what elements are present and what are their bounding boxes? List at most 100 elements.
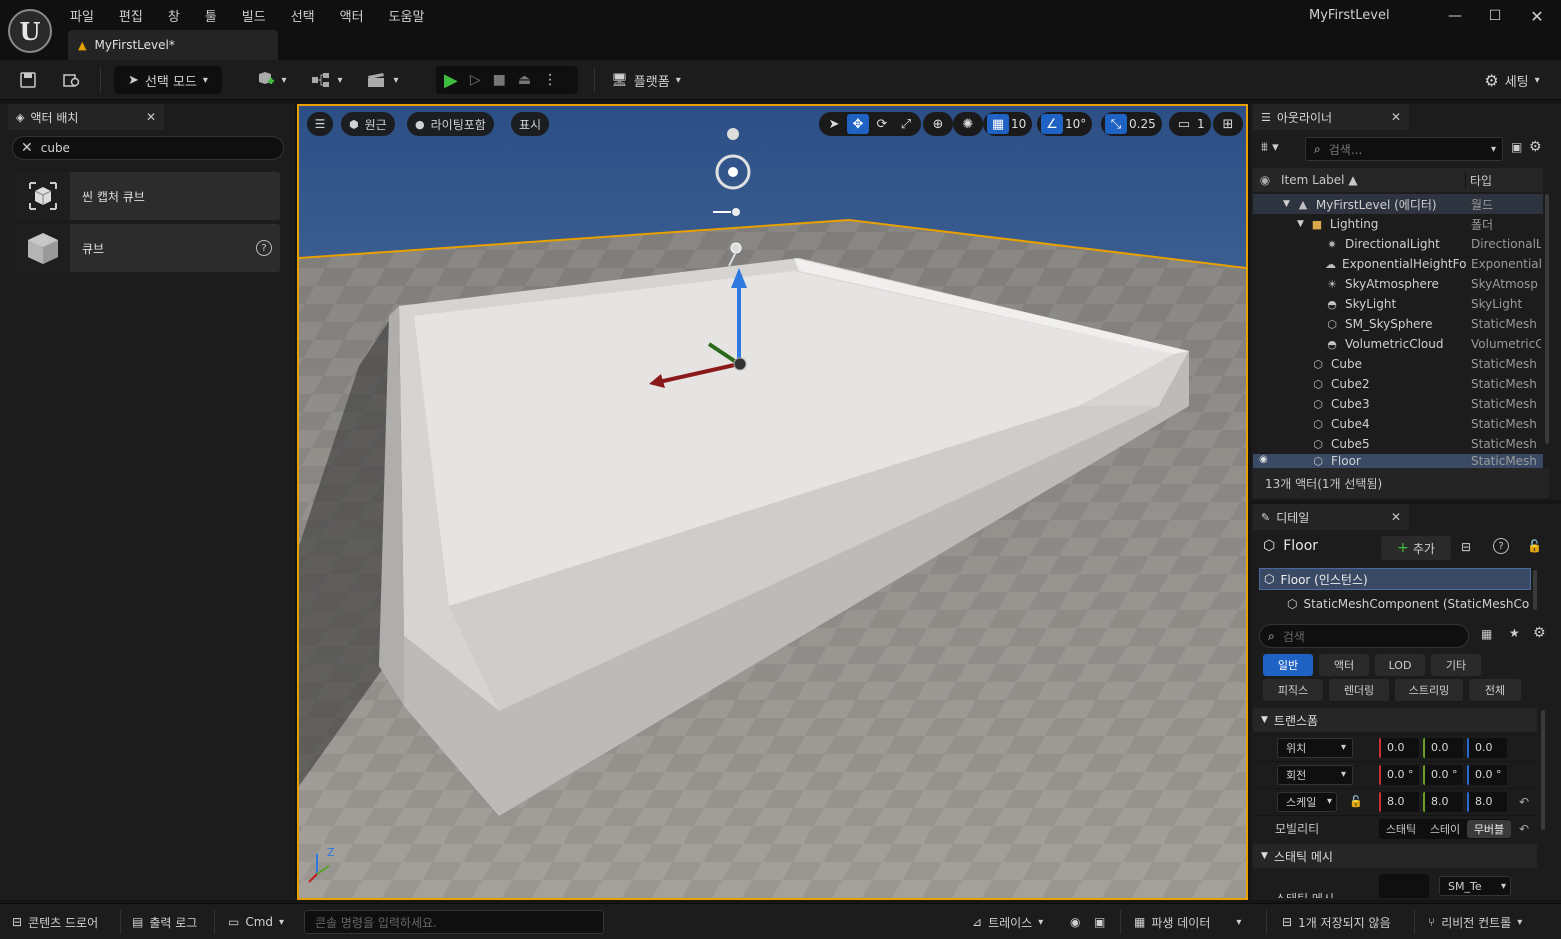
grid-snap-control[interactable]: ▦ 10 <box>983 112 1033 136</box>
viewport-menu-button[interactable]: ☰ <box>307 112 333 136</box>
outliner-row[interactable]: ▼ ■ Lighting 폴더 <box>1253 214 1543 234</box>
filter-rendering[interactable]: 렌더링 <box>1329 679 1389 701</box>
cmd-dropdown[interactable]: ▭ Cmd ▾ <box>228 910 284 934</box>
outliner-row[interactable]: ◓ SkyLight SkyLight <box>1253 294 1543 314</box>
filter-actor[interactable]: 액터 <box>1319 654 1369 676</box>
add-component-button[interactable]: + 추가 <box>1381 536 1451 560</box>
reset-icon[interactable]: ↶ <box>1519 795 1529 809</box>
menu-edit[interactable]: 편집 <box>119 6 154 25</box>
place-actors-search[interactable]: ✕ cube <box>12 136 284 160</box>
filter-all[interactable]: 전체 <box>1469 679 1521 701</box>
camera-speed-control[interactable]: ▭ 1 <box>1169 112 1211 136</box>
scale-lock-icon[interactable]: 🔓 <box>1349 795 1363 808</box>
gear-icon[interactable]: ⚙ <box>1529 139 1542 155</box>
level-viewport[interactable]: Z ☰ ⬢ 원근 ● 라이팅포함 표시 ➤ ✥ ⟳ ⤢ ⊕ ✺ ▦ 10 ∠ 1… <box>297 104 1248 900</box>
select-mode-dropdown[interactable]: ➤ 선택 모드 ▾ <box>114 66 222 94</box>
mobility-movable[interactable]: 무버블 <box>1467 820 1511 838</box>
menu-window[interactable]: 창 <box>168 6 191 25</box>
filter-icon[interactable]: ⩩ ▾ <box>1261 140 1279 155</box>
scale-z-field[interactable]: 8.0 <box>1467 791 1507 812</box>
filter-general[interactable]: 일반 <box>1263 654 1313 676</box>
outliner-row[interactable]: ⬡ Cube3 StaticMesh <box>1253 394 1543 414</box>
rotation-y-field[interactable]: 0.0 ° <box>1423 764 1463 785</box>
reset-icon[interactable]: ↶ <box>1519 822 1529 836</box>
favorite-star-icon[interactable]: ★ <box>1509 626 1520 640</box>
close-tab-icon[interactable]: ✕ <box>146 110 156 124</box>
rotate-snap-control[interactable]: ∠ 10° <box>1037 112 1093 136</box>
mesh-thumbnail[interactable] <box>1379 874 1429 898</box>
perspective-dropdown[interactable]: ⬢ 원근 <box>341 112 395 136</box>
settings-dropdown[interactable]: ⚙ 세팅 ▾ <box>1474 66 1550 94</box>
mobility-static[interactable]: 스태틱 <box>1379 821 1423 837</box>
filter-lod[interactable]: LOD <box>1375 654 1425 676</box>
menu-help[interactable]: 도움말 <box>389 6 436 25</box>
outliner-row[interactable]: ⬡ SM_SkySphere StaticMesh <box>1253 314 1543 334</box>
menu-build[interactable]: 빌드 <box>242 6 277 25</box>
close-tab-icon[interactable]: ✕ <box>1391 510 1401 524</box>
scale-snap-control[interactable]: ⤡ 0.25 <box>1101 112 1162 136</box>
outliner-row[interactable]: ☁ ExponentialHeightFog Exponential <box>1253 254 1543 274</box>
rotation-z-field[interactable]: 0.0 ° <box>1467 764 1507 785</box>
outliner-row[interactable]: ⬡ Cube StaticMesh <box>1253 354 1543 374</box>
revision-control-dropdown[interactable]: ⑂ 리비전 컨트롤 ▾ <box>1428 910 1522 934</box>
filter-physics[interactable]: 피직스 <box>1263 679 1323 701</box>
derived-data-dropdown[interactable]: ▦ 파생 데이터 ▾ <box>1134 910 1241 934</box>
clear-search-icon[interactable]: ✕ <box>21 140 33 156</box>
stop-icon[interactable]: ■ <box>493 72 506 88</box>
level-tab[interactable]: ▲ MyFirstLevel* <box>68 30 278 60</box>
filter-streaming[interactable]: 스트리밍 <box>1395 679 1463 701</box>
record-icon[interactable]: ◉ <box>1070 910 1080 934</box>
maximize-icon[interactable]: ☐ <box>1480 5 1510 27</box>
scale-tool-icon[interactable]: ⤢ <box>895 114 917 134</box>
rotate-tool-icon[interactable]: ⟳ <box>871 114 893 134</box>
gear-icon[interactable]: ⚙ <box>1533 625 1546 641</box>
content-drawer-button[interactable]: ⊟ 콘텐츠 드로어 <box>12 910 98 934</box>
place-item-cube[interactable]: 큐브 ? <box>15 224 280 272</box>
type-column[interactable]: 타입 <box>1465 171 1492 189</box>
outliner-row-selected[interactable]: ◉ ⬡ Floor StaticMesh <box>1253 454 1543 468</box>
table-view-icon[interactable]: ▦ <box>1481 627 1492 641</box>
help-icon[interactable]: ? <box>1493 538 1509 554</box>
scale-x-field[interactable]: 8.0 <box>1379 791 1419 812</box>
blueprint-icon[interactable]: ⊟ <box>1461 540 1471 554</box>
outliner-search[interactable]: ⌕ 검색... ▾ <box>1305 137 1503 161</box>
outliner-row[interactable]: ✷ DirectionalLight DirectionalL <box>1253 234 1543 254</box>
help-icon[interactable]: ? <box>256 240 272 256</box>
browse-icon[interactable] <box>58 66 86 94</box>
step-icon[interactable]: ▷ <box>470 72 481 88</box>
outliner-row[interactable]: ⬡ Cube4 StaticMesh <box>1253 414 1543 434</box>
show-dropdown[interactable]: 표시 <box>511 112 550 136</box>
select-tool-icon[interactable]: ➤ <box>823 114 845 134</box>
play-icon[interactable]: ▶ <box>444 70 458 91</box>
location-z-field[interactable]: 0.0 <box>1467 737 1507 758</box>
minimize-icon[interactable]: — <box>1440 5 1470 27</box>
blueprint-button[interactable]: ▾ <box>306 66 348 94</box>
console-input[interactable]: 콘솔 명령을 입력하세요. <box>304 910 604 934</box>
transform-section-header[interactable]: ▼ 트랜스폼 <box>1253 708 1537 732</box>
unsaved-button[interactable]: ⊟ 1개 저장되지 않음 <box>1282 910 1391 934</box>
view-mode-dropdown[interactable]: ● 라이팅포함 <box>407 112 494 136</box>
menu-select[interactable]: 선택 <box>291 6 326 25</box>
add-folder-icon[interactable]: ▣ <box>1511 140 1522 154</box>
more-options-icon[interactable]: ⋮ <box>543 72 557 88</box>
details-scrollbar[interactable] <box>1541 710 1545 830</box>
translate-tool-icon[interactable]: ✥ <box>847 114 869 134</box>
outliner-tab[interactable]: ☰ 아웃라이너 ✕ <box>1253 104 1409 130</box>
surface-snap-toggle[interactable]: ✺ <box>953 112 983 136</box>
output-log-button[interactable]: ▤ 출력 로그 <box>132 910 197 934</box>
trace-dropdown[interactable]: ⊿ 트레이스 ▾ <box>972 910 1043 934</box>
layout-button[interactable]: ⊞ <box>1213 112 1243 136</box>
place-actors-tab[interactable]: ◈ 액터 배치 ✕ <box>8 104 164 130</box>
outliner-scrollbar[interactable] <box>1545 194 1549 444</box>
platform-dropdown[interactable]: 🖥 플랫폼 ▾ <box>606 66 686 94</box>
place-item-scene-capture-cube[interactable]: 씬 캡처 큐브 <box>15 172 280 220</box>
mobility-stationary[interactable]: 스테이 <box>1423 821 1467 837</box>
menu-actor[interactable]: 액터 <box>340 6 375 25</box>
add-actor-button[interactable]: ▾ <box>250 66 292 94</box>
component-scrollbar[interactable] <box>1533 570 1537 610</box>
close-tab-icon[interactable]: ✕ <box>1391 110 1401 124</box>
lock-icon[interactable]: 🔓 <box>1527 539 1542 553</box>
unreal-logo-icon[interactable]: U <box>8 9 52 53</box>
menu-tools[interactable]: 툴 <box>205 6 228 25</box>
filter-misc[interactable]: 기타 <box>1431 654 1481 676</box>
